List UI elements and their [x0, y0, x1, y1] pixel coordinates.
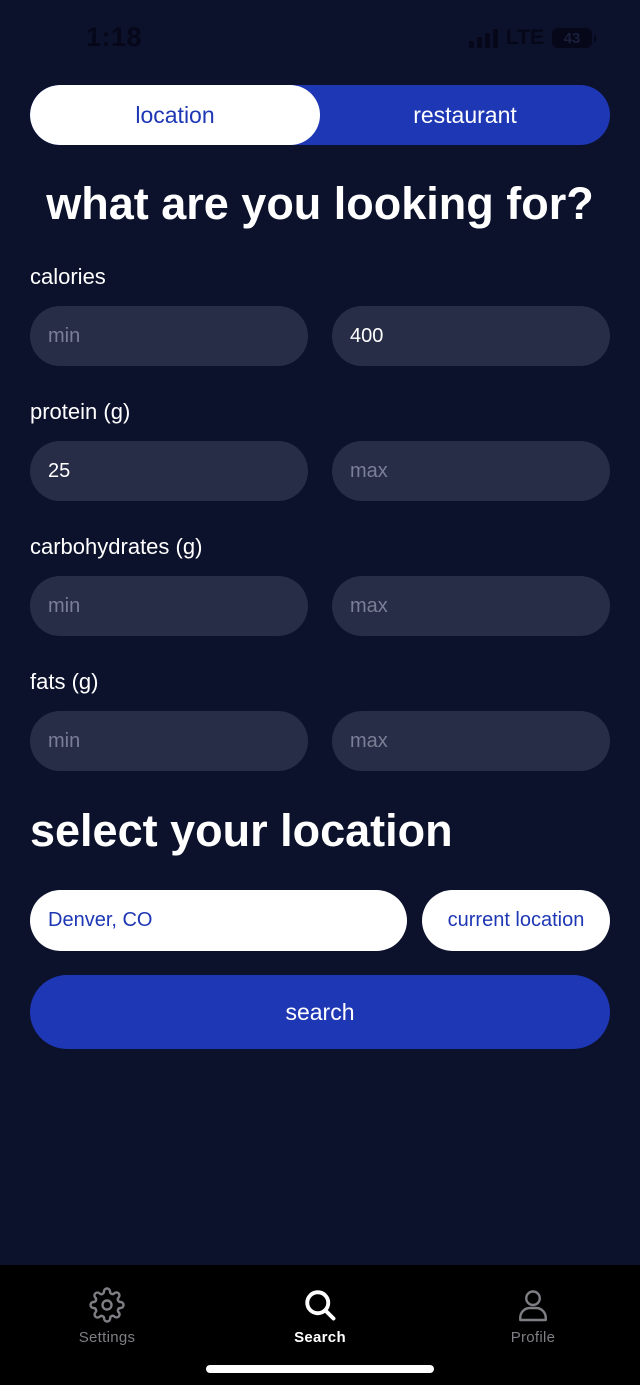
carbohydrates-max-input[interactable]: [332, 576, 610, 636]
location-input[interactable]: [30, 890, 407, 951]
fats-max-input[interactable]: [332, 711, 610, 771]
carbohydrates-min-input[interactable]: [30, 576, 308, 636]
protein-label: protein (g): [30, 399, 131, 424]
fats-min-input[interactable]: [30, 711, 308, 771]
location-heading: select your location: [30, 805, 453, 856]
search-button[interactable]: search: [30, 975, 610, 1049]
mode-toggle: location restaurant: [30, 85, 610, 145]
calories-label: calories: [30, 264, 106, 289]
calories-max-input[interactable]: [332, 306, 610, 366]
carbohydrates-label: carbohydrates (g): [30, 534, 203, 559]
status-time: 1:18: [86, 22, 143, 52]
tab-settings-label: Settings: [78, 1329, 136, 1346]
tab-profile[interactable]: Profile: [463, 1287, 603, 1346]
battery-icon: 43: [552, 28, 596, 48]
protein-min-input[interactable]: [30, 441, 308, 501]
status-bar: 1:18 LTE 43: [0, 0, 640, 78]
status-indicators: LTE 43: [468, 26, 596, 50]
search-icon: [305, 1290, 336, 1321]
home-indicator: [206, 1365, 434, 1373]
calories-min-input[interactable]: [30, 306, 308, 366]
network-type: LTE: [505, 26, 544, 49]
fats-label: fats (g): [30, 669, 99, 694]
tab-settings[interactable]: Settings: [37, 1287, 177, 1346]
tab-profile-label: Profile: [510, 1329, 556, 1346]
protein-max-input[interactable]: [332, 441, 610, 501]
tab-restaurant-label: restaurant: [413, 101, 517, 128]
battery-level: 43: [563, 29, 581, 47]
tab-restaurant[interactable]: restaurant: [320, 85, 610, 145]
tab-location[interactable]: location: [30, 85, 320, 145]
tab-search-label: Search: [294, 1329, 346, 1346]
current-location-button[interactable]: current location: [422, 890, 610, 951]
gear-icon: [89, 1287, 125, 1323]
tab-search[interactable]: Search: [250, 1287, 390, 1346]
page-title: what are you looking for?: [46, 178, 594, 229]
tab-location-label: location: [135, 101, 215, 128]
person-icon: [519, 1290, 547, 1322]
signal-icon: [468, 28, 498, 48]
